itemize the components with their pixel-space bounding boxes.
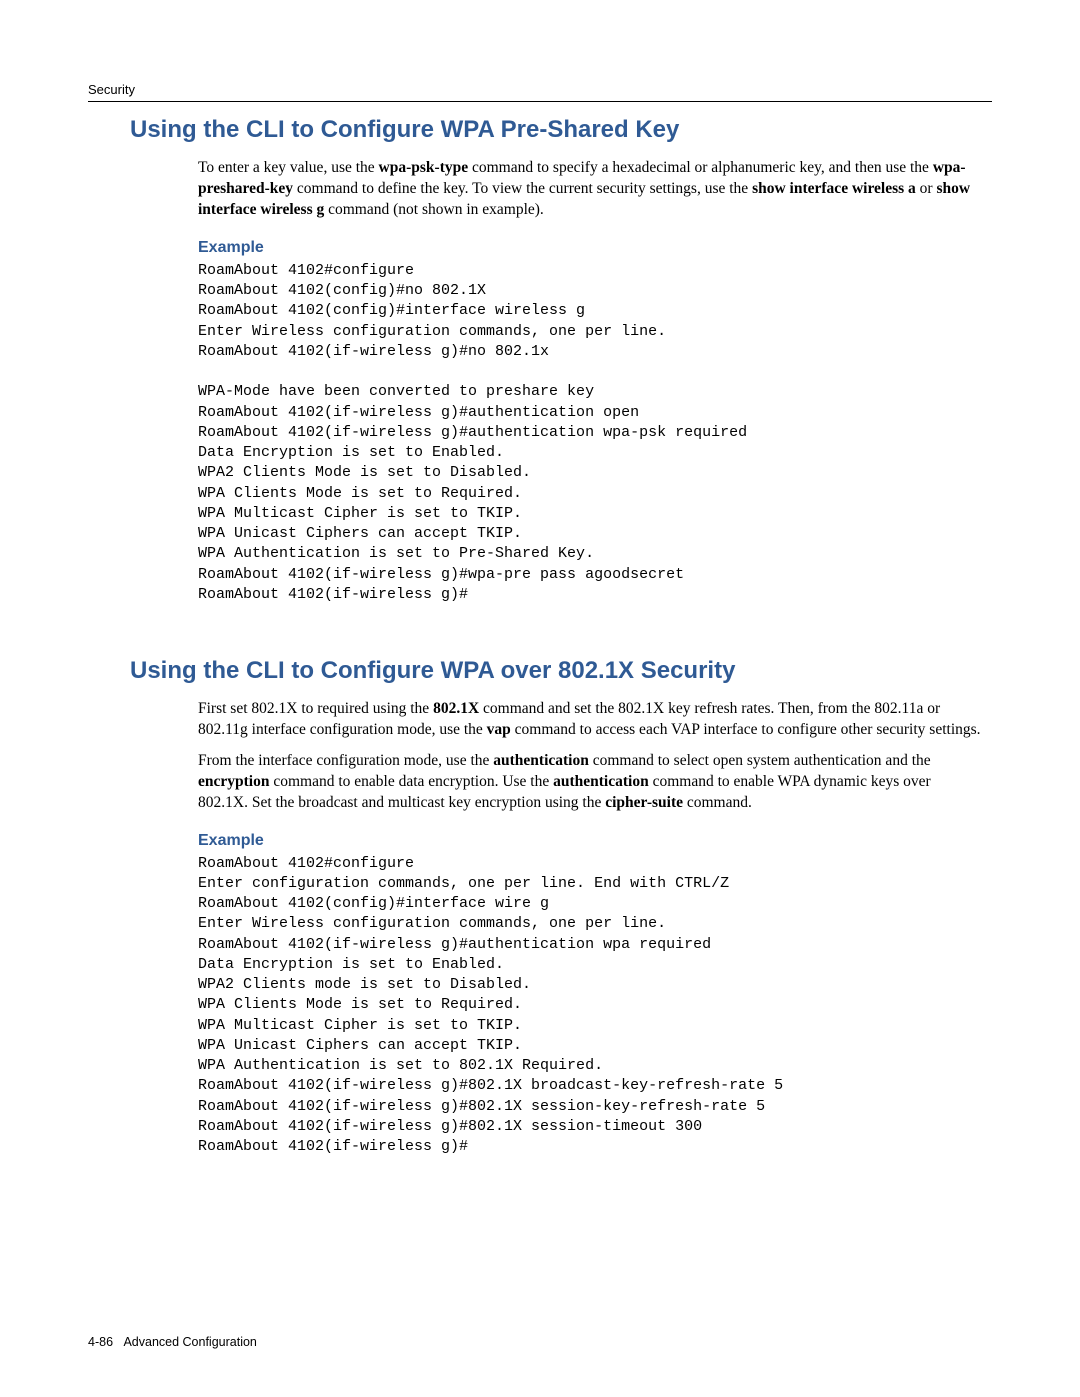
text: First set 802.1X to required using the: [198, 700, 433, 717]
section1-para1: To enter a key value, use the wpa-psk-ty…: [198, 158, 984, 221]
text: command to select open system authentica…: [589, 752, 931, 769]
section1-body: To enter a key value, use the wpa-psk-ty…: [198, 158, 984, 605]
page-number: 4-86: [88, 1335, 113, 1349]
text: command (not shown in example).: [324, 201, 544, 218]
text: command to access each VAP interface to …: [511, 721, 981, 738]
section2-title: Using the CLI to Configure WPA over 802.…: [130, 657, 992, 685]
page: Security Using the CLI to Configure WPA …: [0, 0, 1080, 1397]
text: command to enable data encryption. Use t…: [269, 773, 553, 790]
text: From the interface configuration mode, u…: [198, 752, 493, 769]
bold-text: authentication: [553, 773, 649, 790]
section1-title: Using the CLI to Configure WPA Pre-Share…: [130, 116, 992, 144]
section1-example-label: Example: [198, 239, 984, 257]
text: or: [916, 180, 937, 197]
bold-text: cipher-suite: [605, 794, 683, 811]
text: command to specify a hexadecimal or alph…: [468, 159, 933, 176]
text: command.: [683, 794, 752, 811]
section2-code-block: RoamAbout 4102#configure Enter configura…: [198, 854, 984, 1158]
bold-text: wpa-psk-type: [379, 159, 469, 176]
bold-text: encryption: [198, 773, 269, 790]
section1-code-block: RoamAbout 4102#configure RoamAbout 4102(…: [198, 261, 984, 605]
bold-text: 802.1X: [433, 700, 479, 717]
section2-body: First set 802.1X to required using the 8…: [198, 699, 984, 1157]
text: command to define the key. To view the c…: [293, 180, 752, 197]
bold-text: show interface wireless a: [752, 180, 916, 197]
header-section-label: Security: [88, 82, 992, 97]
section2-para1: First set 802.1X to required using the 8…: [198, 699, 984, 741]
page-footer: 4-86 Advanced Configuration: [88, 1335, 257, 1349]
header-rule: [88, 101, 992, 102]
section2-para2: From the interface configuration mode, u…: [198, 751, 984, 814]
bold-text: vap: [487, 721, 511, 738]
bold-text: authentication: [493, 752, 589, 769]
section2-example-label: Example: [198, 832, 984, 850]
footer-label: Advanced Configuration: [123, 1335, 256, 1349]
text: To enter a key value, use the: [198, 159, 379, 176]
